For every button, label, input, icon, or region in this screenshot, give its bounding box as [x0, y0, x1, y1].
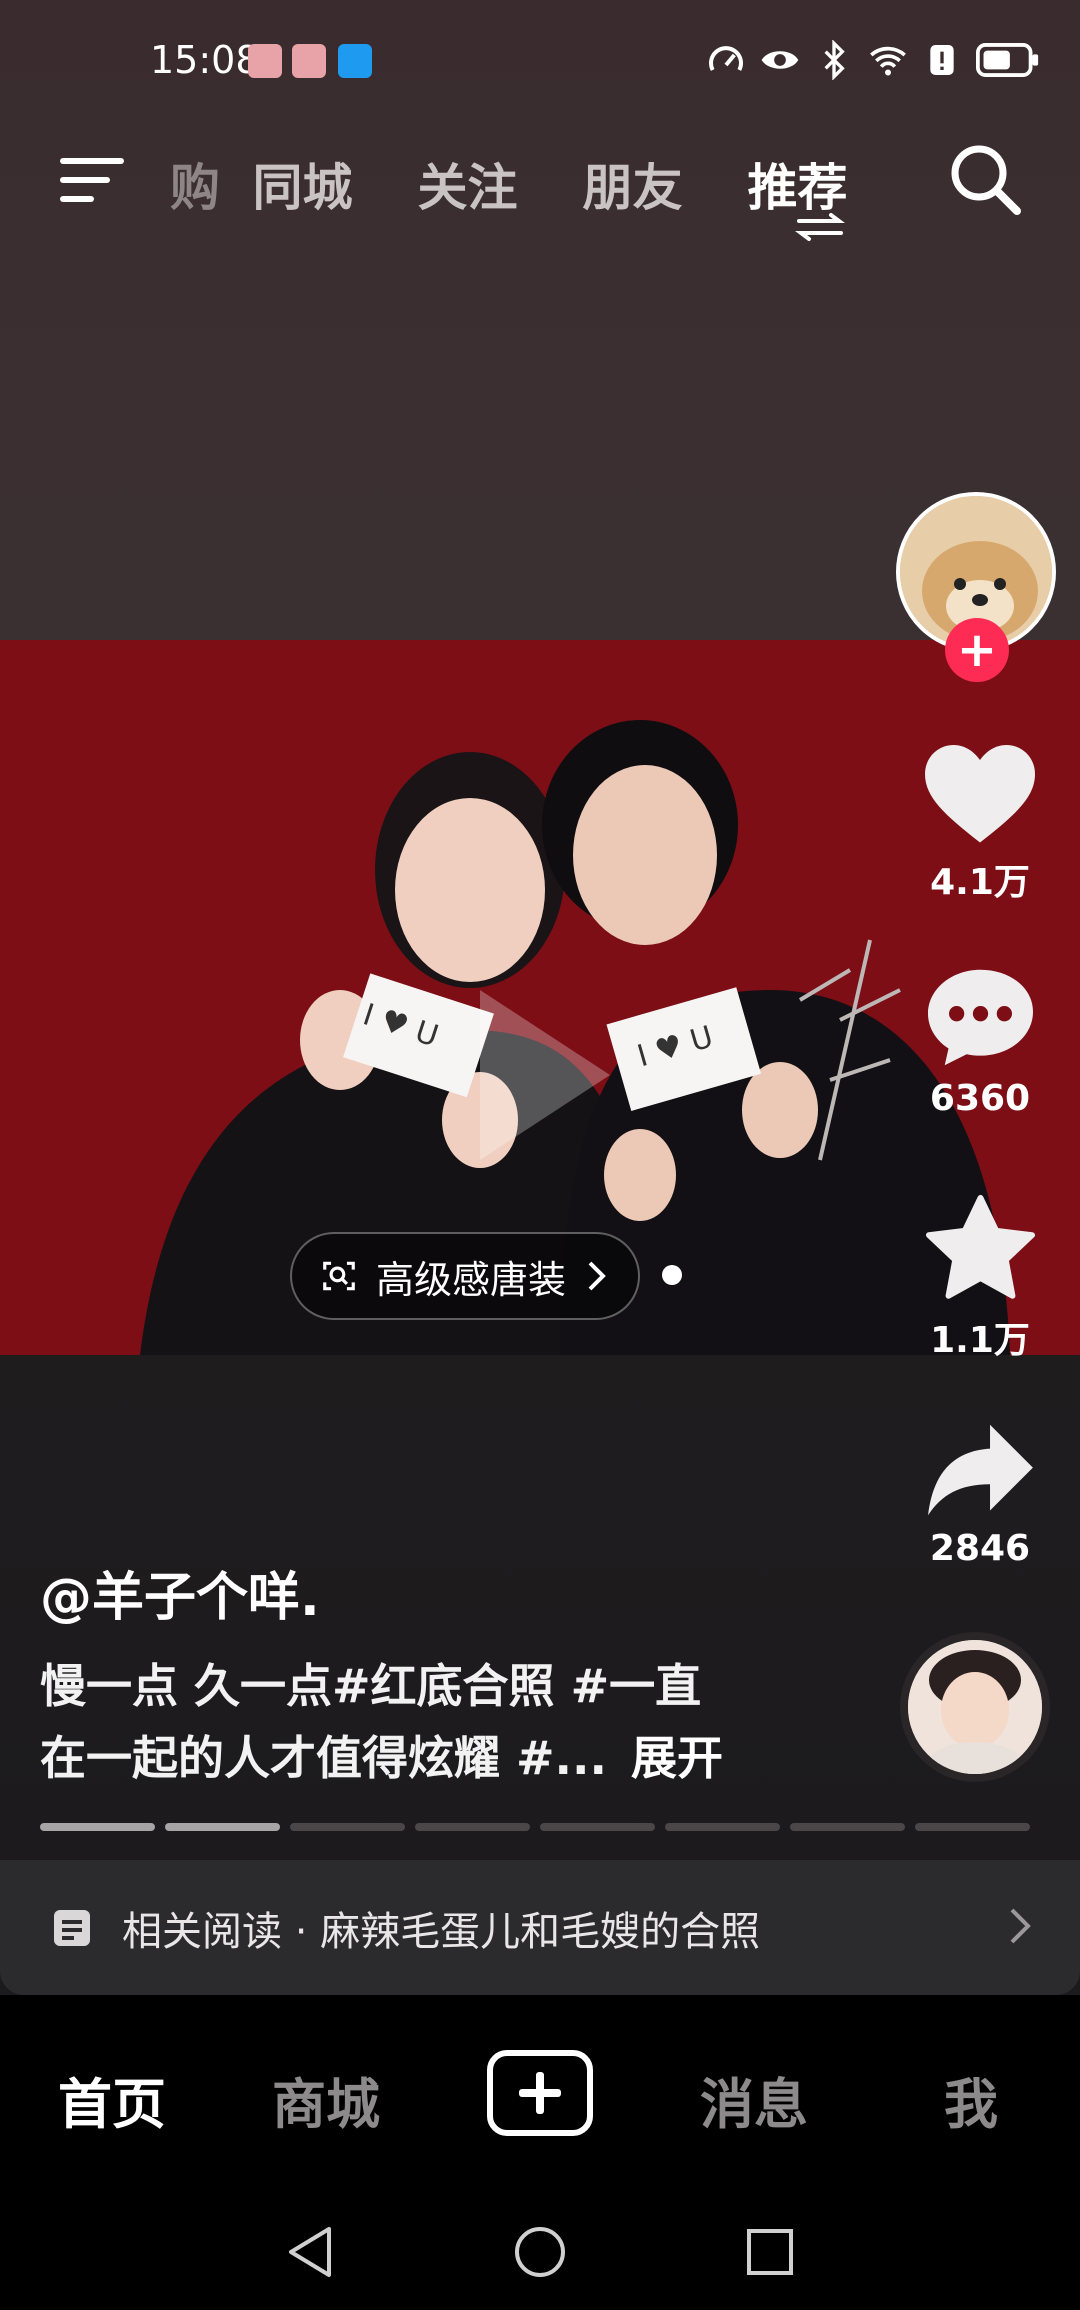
- bottom-nav: 首页 商城 消息 我: [0, 2000, 1080, 2190]
- recents-icon[interactable]: [745, 2227, 795, 2277]
- author-name[interactable]: @羊子个咩.: [40, 1555, 320, 1630]
- home-icon[interactable]: [513, 2225, 567, 2279]
- tab-following[interactable]: 关注: [385, 148, 550, 220]
- progress-segment: [540, 1823, 655, 1831]
- tab-recommended[interactable]: 推荐: [715, 148, 880, 220]
- like-button[interactable]: 4.1万: [900, 740, 1060, 905]
- alert-icon: [930, 45, 954, 75]
- expand-button[interactable]: 展开: [631, 1731, 723, 1785]
- swap-icon[interactable]: [795, 212, 845, 242]
- search-icon[interactable]: [946, 140, 1026, 220]
- scan-icon: [323, 1261, 355, 1291]
- eye-icon: [761, 51, 799, 69]
- progress-segment: [415, 1823, 530, 1831]
- battery-icon: [976, 43, 1039, 77]
- plus-icon: [519, 2072, 561, 2114]
- system-nav-bar: [0, 2190, 1080, 2310]
- progress-segment: [290, 1823, 405, 1831]
- music-disc[interactable]: [900, 1632, 1050, 1782]
- notification-app-icon: [292, 44, 326, 78]
- follow-button[interactable]: +: [945, 618, 1009, 682]
- progress-segment: [40, 1823, 155, 1831]
- post-caption[interactable]: 慢一点 久一点#红底合照 #一直 在一起的人才值得炫耀 #... 展开: [40, 1650, 840, 1794]
- music-cover-image: [908, 1640, 1042, 1774]
- back-icon[interactable]: [285, 2225, 335, 2279]
- create-button[interactable]: [487, 2050, 593, 2136]
- caption-line-2: 在一起的人才值得炫耀 #...: [40, 1731, 607, 1785]
- share-button[interactable]: 2846: [900, 1420, 1060, 1569]
- menu-icon[interactable]: [58, 150, 128, 210]
- caption-line-1: 慢一点 久一点#红底合照 #一直: [40, 1659, 702, 1713]
- progress-segment: [665, 1823, 780, 1831]
- search-app-icon: [338, 44, 372, 78]
- feed-tabs: 购 同城 关注 朋友 推荐: [160, 148, 880, 220]
- progress-segment: [165, 1823, 280, 1831]
- image-progress: [40, 1823, 1030, 1831]
- nav-profile[interactable]: 我: [944, 2060, 998, 2139]
- like-count: 4.1万: [930, 862, 1030, 903]
- favorite-button[interactable]: 1.1万: [900, 1193, 1060, 1363]
- image-pager-dot: [662, 1265, 682, 1285]
- share-count: 2846: [929, 1528, 1031, 1569]
- related-reading-label: 相关阅读 · 麻辣毛蛋儿和毛嫂的合照: [122, 1908, 761, 1955]
- comment-icon: [927, 969, 1033, 1066]
- nav-messages[interactable]: 消息: [700, 2060, 808, 2139]
- notification-app-icon: [248, 44, 282, 78]
- chevron-right-icon: [1010, 1908, 1031, 1944]
- chevron-right-icon: [588, 1261, 606, 1291]
- progress-segment: [790, 1823, 905, 1831]
- speed-icon: [709, 46, 743, 71]
- play-icon[interactable]: [470, 980, 620, 1170]
- comment-button[interactable]: 6360: [900, 965, 1060, 1119]
- progress-segment: [915, 1823, 1030, 1831]
- nav-home[interactable]: 首页: [58, 2060, 166, 2139]
- wifi-icon: [870, 46, 906, 76]
- tab-friends[interactable]: 朋友: [550, 148, 715, 220]
- tab-nearby[interactable]: 同城: [220, 148, 385, 220]
- favorite-count: 1.1万: [930, 1320, 1030, 1361]
- tab-shopping[interactable]: 购: [160, 148, 220, 220]
- nav-mall[interactable]: 商城: [272, 2060, 380, 2139]
- comment-count: 6360: [929, 1078, 1031, 1119]
- status-icons: [706, 40, 1040, 80]
- status-bar: 15:08: [0, 0, 1080, 120]
- related-reading-bar[interactable]: 相关阅读 · 麻辣毛蛋儿和毛嫂的合照: [0, 1860, 1080, 1995]
- star-icon: [925, 1194, 1035, 1299]
- heart-icon: [925, 745, 1035, 843]
- effect-tag[interactable]: 高级感唐装: [290, 1232, 640, 1320]
- top-nav: 购 同城 关注 朋友 推荐: [0, 130, 1080, 241]
- article-icon: [54, 1909, 90, 1946]
- status-time: 15:08: [150, 38, 260, 82]
- bluetooth-icon: [824, 40, 845, 80]
- effect-tag-label: 高级感唐装: [376, 1257, 567, 1302]
- share-icon: [927, 1424, 1033, 1516]
